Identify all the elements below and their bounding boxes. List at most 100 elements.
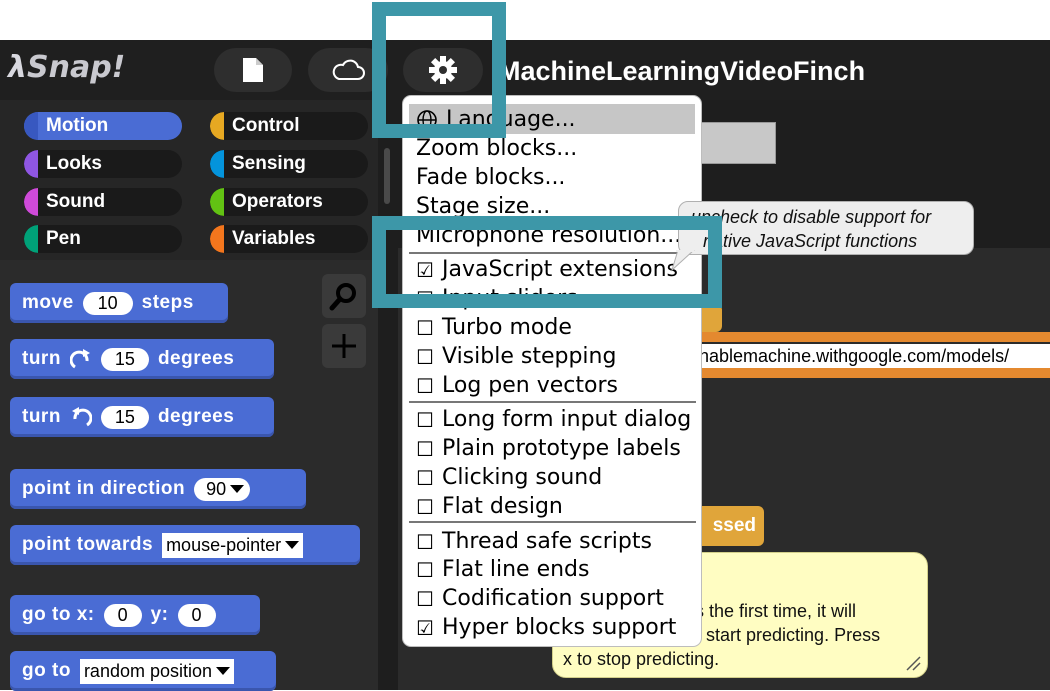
note-line-2: o start predicting. Press: [691, 625, 881, 645]
block-label: y:: [150, 604, 169, 625]
block-label: degrees: [157, 348, 235, 369]
stage-control[interactable]: [690, 122, 776, 164]
block-label: steps: [141, 292, 194, 313]
menu-item-label: Zoom blocks...: [416, 136, 578, 161]
turn-clockwise-icon: [69, 349, 90, 369]
note-line-1: his the first time, it will: [681, 601, 857, 621]
menu-item-long-form-input-dialog[interactable]: ☐ Long form input dialog: [416, 405, 691, 434]
make-block-button[interactable]: [322, 324, 366, 368]
menu-item-zoom-blocks[interactable]: Zoom blocks...: [416, 134, 577, 163]
direction-input[interactable]: 90: [194, 477, 251, 501]
menu-item-clicking-sound[interactable]: ☐ Clicking sound: [416, 463, 602, 492]
go-to-xy-block[interactable]: go to x: 0 y: 0: [10, 595, 260, 635]
menu-item-visible-stepping[interactable]: ☐ Visible stepping: [416, 342, 616, 371]
degrees-input[interactable]: 15: [100, 405, 149, 429]
file-button[interactable]: [214, 48, 292, 92]
menu-item-codification-support[interactable]: ☐ Codification support: [416, 584, 664, 613]
menu-separator: [409, 521, 696, 523]
tooltip: uncheck to disable support for native Ja…: [678, 201, 974, 255]
menu-item-label: Hyper blocks support: [442, 615, 677, 640]
search-blocks-button[interactable]: [322, 274, 366, 318]
category-label: Motion: [46, 115, 109, 136]
block-label: point towards: [22, 534, 154, 555]
plus-icon: [332, 334, 356, 358]
category-sensing[interactable]: Sensing: [210, 150, 368, 178]
category-control[interactable]: Control: [210, 112, 368, 140]
settings-menu: Language... Zoom blocks... Fade blocks..…: [403, 96, 701, 646]
block-label: turn: [22, 348, 61, 369]
menu-separator: [409, 401, 696, 403]
turn-counterclockwise-icon: [71, 407, 92, 427]
menu-item-label: Log pen vectors: [442, 373, 618, 398]
category-label: Variables: [232, 228, 316, 249]
url-input[interactable]: chablemachine.withgoogle.com/models/: [688, 344, 1050, 368]
category-label: Operators: [232, 191, 323, 212]
move-steps-block[interactable]: move 10 steps: [10, 283, 228, 323]
degrees-input[interactable]: 15: [100, 347, 149, 371]
checkbox-icon[interactable]: ☐: [416, 495, 434, 519]
chevron-down-icon[interactable]: [216, 667, 231, 675]
menu-item-label: Turbo mode: [442, 315, 572, 340]
highlight-frame-settings: [372, 2, 506, 138]
cloud-icon: [332, 59, 365, 80]
menu-item-fade-blocks[interactable]: Fade blocks...: [416, 163, 565, 192]
menu-item-label: Visible stepping: [442, 344, 617, 369]
dropdown-value: mouse-pointer: [166, 534, 282, 555]
menu-item-hyper-blocks-support[interactable]: ☑ Hyper blocks support: [416, 613, 676, 642]
category-label: Looks: [46, 153, 102, 174]
menu-item-flat-design[interactable]: ☐ Flat design: [416, 492, 563, 521]
category-looks[interactable]: Looks: [24, 150, 182, 178]
menu-item-log-pen-vectors[interactable]: ☐ Log pen vectors: [416, 371, 618, 400]
block-label: go to x:: [22, 604, 95, 625]
project-title: MachineLearningVideoFinch: [498, 56, 866, 86]
category-pen[interactable]: Pen: [24, 225, 182, 253]
checkbox-icon[interactable]: ☐: [416, 466, 434, 490]
menu-item-thread-safe-scripts[interactable]: ☐ Thread safe scripts: [416, 527, 652, 556]
chevron-down-icon[interactable]: [285, 541, 300, 549]
block-label: ssed: [712, 515, 756, 536]
chevron-down-icon[interactable]: [230, 485, 245, 493]
block-label: point in direction: [22, 478, 186, 499]
turn-right-block[interactable]: turn 15 degrees: [10, 339, 274, 379]
direction-value: 90: [206, 478, 227, 499]
block-label: degrees: [157, 406, 235, 427]
tooltip-line-1: uncheck to disable support for: [691, 207, 932, 227]
menu-item-label: Codification support: [442, 586, 664, 611]
category-scrollbar[interactable]: [384, 148, 390, 204]
checkbox-icon[interactable]: ☐: [416, 408, 434, 432]
category-operators[interactable]: Operators: [210, 188, 368, 216]
go-to-block[interactable]: go to random position: [10, 651, 276, 691]
x-input[interactable]: 0: [103, 603, 142, 627]
snap-logo[interactable]: λSnap!: [8, 50, 125, 85]
menu-item-turbo-mode[interactable]: ☐ Turbo mode: [416, 313, 572, 342]
checkbox-icon[interactable]: ☐: [416, 374, 434, 398]
checkbox-icon[interactable]: ☐: [416, 316, 434, 340]
block-label: turn: [22, 406, 61, 427]
category-sound[interactable]: Sound: [24, 188, 182, 216]
checkbox-icon[interactable]: ☐: [416, 530, 434, 554]
menu-item-label: Plain prototype labels: [442, 436, 681, 461]
go-to-dropdown[interactable]: random position: [79, 658, 235, 684]
checkbox-icon[interactable]: ☐: [416, 558, 434, 582]
turn-left-block[interactable]: turn 15 degrees: [10, 397, 274, 437]
checkbox-checked-icon[interactable]: ☑: [416, 616, 434, 640]
resize-handle-icon[interactable]: [905, 655, 921, 671]
menu-item-label: Fade blocks...: [416, 165, 566, 190]
category-variables[interactable]: Variables: [210, 225, 368, 253]
menu-item-plain-prototype-labels[interactable]: ☐ Plain prototype labels: [416, 434, 681, 463]
towards-dropdown[interactable]: mouse-pointer: [162, 532, 304, 558]
category-label: Sensing: [232, 153, 306, 174]
menu-item-label: Long form input dialog: [442, 407, 692, 432]
when-key-pressed-block[interactable]: ssed: [696, 506, 764, 546]
point-in-direction-block[interactable]: point in direction 90: [10, 469, 306, 509]
menu-item-flat-line-ends[interactable]: ☐ Flat line ends: [416, 555, 589, 584]
steps-input[interactable]: 10: [82, 291, 133, 315]
y-input[interactable]: 0: [177, 603, 216, 627]
dropdown-value: random position: [83, 660, 213, 681]
point-towards-block[interactable]: point towards mouse-pointer: [10, 525, 360, 565]
checkbox-icon[interactable]: ☐: [416, 587, 434, 611]
block-label: move: [22, 292, 74, 313]
category-motion[interactable]: Motion: [24, 112, 182, 140]
checkbox-icon[interactable]: ☐: [416, 437, 434, 461]
checkbox-icon[interactable]: ☐: [416, 345, 434, 369]
